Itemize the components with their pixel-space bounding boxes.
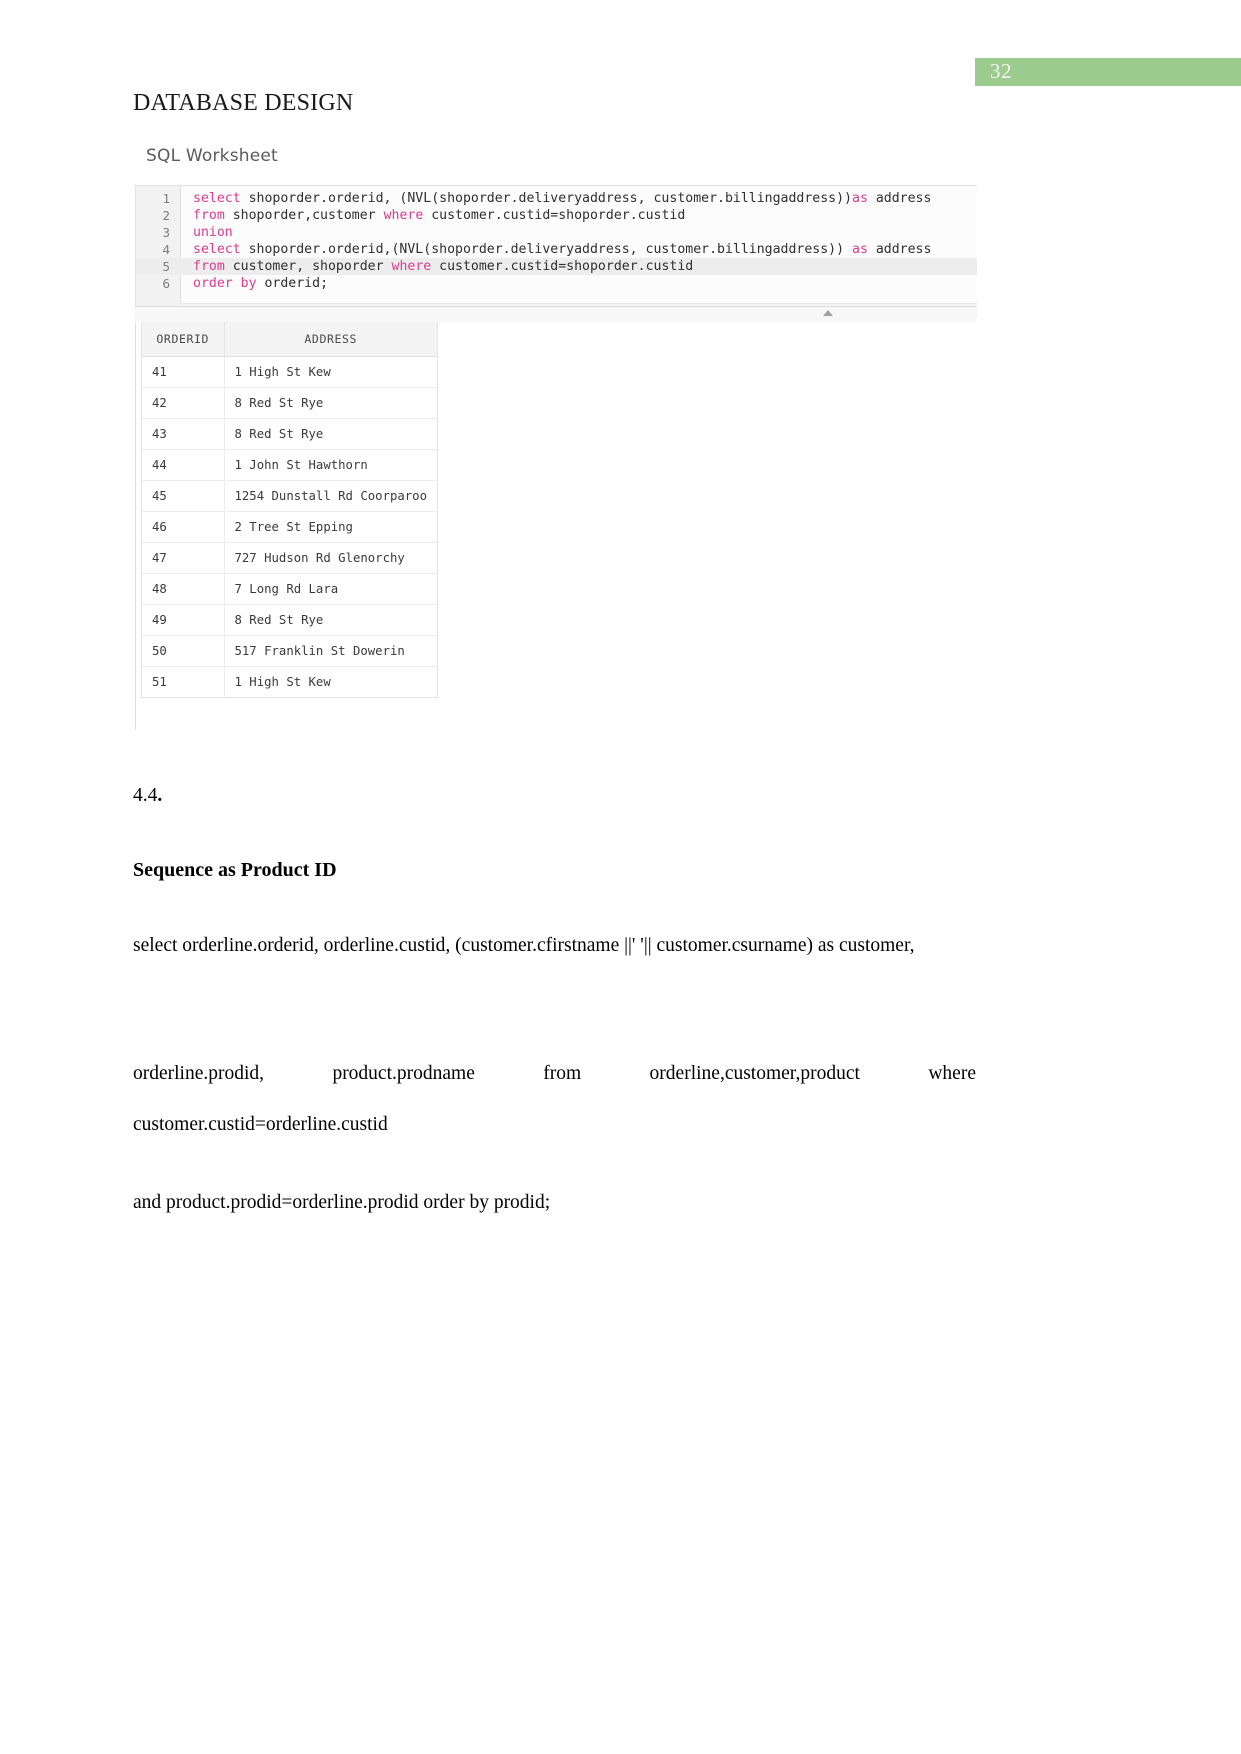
- code-line[interactable]: 6 order by orderid;: [136, 275, 977, 292]
- code-line-text: order by orderid;: [193, 276, 329, 291]
- sql-developer-screenshot: SQL Worksheet 1 select shoporder.orderid,…: [133, 130, 977, 730]
- column-header-address[interactable]: ADDRESS: [224, 322, 437, 357]
- cell-orderid[interactable]: 47: [142, 542, 225, 574]
- table-row[interactable]: 50 517 Franklin St Dowerin: [142, 635, 437, 667]
- cell-address[interactable]: 727 Hudson Rd Glenorchy: [224, 542, 437, 574]
- cell-address[interactable]: 1 High St Kew: [224, 356, 437, 388]
- code-line-number: 4: [162, 242, 170, 257]
- cell-orderid[interactable]: 49: [142, 604, 225, 636]
- code-line-text: from customer, shoporder where customer.…: [193, 259, 694, 274]
- code-line-number: 5: [162, 259, 170, 274]
- code-line-number: 1: [162, 191, 170, 206]
- paragraph-three: and product.prodid=orderline.prodid orde…: [133, 1192, 551, 1213]
- cell-address[interactable]: 8 Red St Rye: [224, 387, 437, 419]
- code-line[interactable]: 4 select shoporder.orderid,(NVL(shoporder…: [136, 241, 977, 258]
- code-line-text: select shoporder.orderid,(NVL(shoporder.…: [193, 242, 932, 257]
- cell-orderid[interactable]: 42: [142, 387, 225, 419]
- table-row[interactable]: 41 1 High St Kew: [142, 356, 437, 388]
- cell-orderid[interactable]: 41: [142, 356, 225, 388]
- section-number: 4.4.: [133, 770, 976, 821]
- cell-address[interactable]: 8 Red St Rye: [224, 604, 437, 636]
- cell-address[interactable]: 517 Franklin St Dowerin: [224, 635, 437, 667]
- page-number: 32: [990, 59, 1012, 83]
- code-line[interactable]: 5 from customer, shoporder where customer…: [136, 258, 977, 275]
- query-results-panel: ORDERID ADDRESS 41 1 High St Kew 42 8 Red S…: [135, 322, 977, 730]
- query-results-table: ORDERID ADDRESS 41 1 High St Kew 42 8 Red S…: [142, 322, 437, 697]
- cell-orderid[interactable]: 44: [142, 449, 225, 481]
- paragraph-two: orderline.prodid, product.prodname from …: [133, 1063, 976, 1135]
- table-row[interactable]: 47 727 Hudson Rd Glenorchy: [142, 542, 437, 574]
- paragraph-one: select orderline.orderid, orderline.cust…: [133, 935, 915, 956]
- code-line-text: union: [193, 225, 233, 240]
- table-row[interactable]: 44 1 John St Hawthorn: [142, 449, 437, 481]
- sql-worksheet-label: SQL Worksheet: [146, 146, 278, 166]
- section-number-value: 4.4: [133, 785, 158, 806]
- sql-code-editor[interactable]: 1 select shoporder.orderid, (NVL(shoporde…: [135, 185, 977, 317]
- cell-orderid[interactable]: 48: [142, 573, 225, 605]
- code-line-text: from shoporder,customer where customer.c…: [193, 208, 686, 223]
- code-line-text: select shoporder.orderid, (NVL(shoporder…: [193, 191, 932, 206]
- table-row[interactable]: 42 8 Red St Rye: [142, 387, 437, 419]
- code-line[interactable]: 1 select shoporder.orderid, (NVL(shoporde…: [136, 190, 977, 207]
- section-number-suffix: .: [157, 785, 163, 806]
- cell-orderid[interactable]: 43: [142, 418, 225, 450]
- table-row[interactable]: 49 8 Red St Rye: [142, 604, 437, 636]
- table-row[interactable]: 51 1 High St Kew: [142, 666, 437, 698]
- cell-orderid[interactable]: 46: [142, 511, 225, 543]
- chevron-up-icon[interactable]: [823, 310, 833, 316]
- cell-address[interactable]: 8 Red St Rye: [224, 418, 437, 450]
- table-row[interactable]: 45 1254 Dunstall Rd Coorparoo: [142, 480, 437, 512]
- table-row[interactable]: 48 7 Long Rd Lara: [142, 573, 437, 605]
- cell-orderid[interactable]: 50: [142, 635, 225, 667]
- code-lines[interactable]: 1 select shoporder.orderid, (NVL(shoporde…: [136, 190, 977, 292]
- cell-orderid[interactable]: 45: [142, 480, 225, 512]
- code-line-number: 2: [162, 208, 170, 223]
- cell-address[interactable]: 2 Tree St Epping: [224, 511, 437, 543]
- cell-address[interactable]: 1 John St Hawthorn: [224, 449, 437, 481]
- cell-address[interactable]: 1 High St Kew: [224, 667, 437, 698]
- table-row[interactable]: 46 2 Tree St Epping: [142, 511, 437, 543]
- table-row[interactable]: 43 8 Red St Rye: [142, 418, 437, 450]
- code-line-number: 3: [162, 225, 170, 240]
- cell-address[interactable]: 7 Long Rd Lara: [224, 573, 437, 605]
- page-title: DATABASE DESIGN: [133, 90, 354, 116]
- code-line[interactable]: 2 from shoporder,customer where customer.…: [136, 207, 977, 224]
- code-line[interactable]: 3 union: [136, 224, 977, 241]
- column-header-orderid[interactable]: ORDERID: [142, 322, 225, 357]
- cell-address[interactable]: 1254 Dunstall Rd Coorparoo: [224, 480, 437, 512]
- cell-orderid[interactable]: 51: [142, 666, 225, 697]
- page-number-badge: 32: [975, 58, 1241, 86]
- section-heading: Sequence as Product ID: [133, 859, 337, 881]
- table-header-row: ORDERID ADDRESS: [142, 322, 437, 357]
- code-line-number: 6: [162, 276, 170, 291]
